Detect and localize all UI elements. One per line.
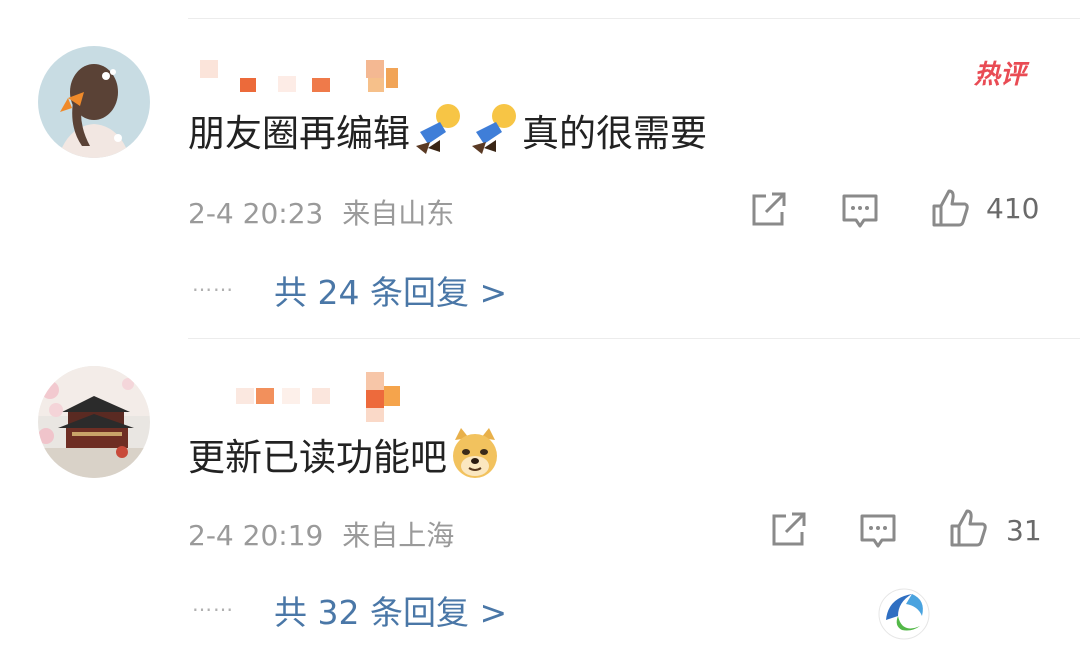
location: 来自上海 — [342, 519, 455, 552]
like-icon[interactable] — [930, 188, 970, 228]
timestamp: 2-4 20:23 — [188, 197, 324, 230]
avatar[interactable] — [38, 366, 150, 478]
worker-emoji — [472, 104, 516, 154]
like-count: 31 — [1006, 514, 1042, 547]
avatar-palace-image — [38, 366, 150, 478]
share-icon[interactable] — [748, 190, 788, 230]
username-blurred[interactable] — [200, 58, 410, 92]
hot-comment-badge: 热评 — [974, 60, 1027, 90]
avatar[interactable] — [38, 46, 150, 158]
comment-icon[interactable] — [840, 190, 880, 230]
location: 来自山东 — [342, 197, 455, 230]
comment-text-part: 朋友圈再编辑 — [188, 112, 410, 155]
share-icon[interactable] — [768, 510, 808, 550]
reply-dots: …… — [192, 272, 234, 296]
comment-divider — [188, 338, 1080, 339]
worker-emoji — [416, 104, 460, 154]
like-count: 410 — [986, 192, 1040, 225]
doge-emoji — [453, 428, 497, 478]
comment-text: 朋友圈再编辑 真的很需要 — [188, 100, 707, 160]
avatar-girl-image — [38, 46, 150, 158]
comment-icon[interactable] — [858, 510, 898, 550]
like-icon[interactable] — [948, 508, 988, 548]
view-replies-link[interactable]: 共 24 条回复 > — [274, 266, 507, 314]
comment-text-part: 真的很需要 — [522, 112, 707, 155]
comment-meta: 2-4 20:23 来自山东 — [188, 192, 454, 232]
top-divider — [188, 18, 1080, 19]
timestamp: 2-4 20:19 — [188, 519, 324, 552]
comment-text: 更新已读功能吧 — [188, 424, 503, 484]
comment-text-part: 更新已读功能吧 — [188, 436, 447, 479]
username-blurred[interactable] — [236, 372, 416, 422]
comment-meta: 2-4 20:19 来自上海 — [188, 514, 454, 554]
view-replies-link[interactable]: 共 32 条回复 > — [274, 586, 507, 634]
reply-dots: …… — [192, 592, 234, 616]
watermark-logo — [878, 588, 930, 640]
